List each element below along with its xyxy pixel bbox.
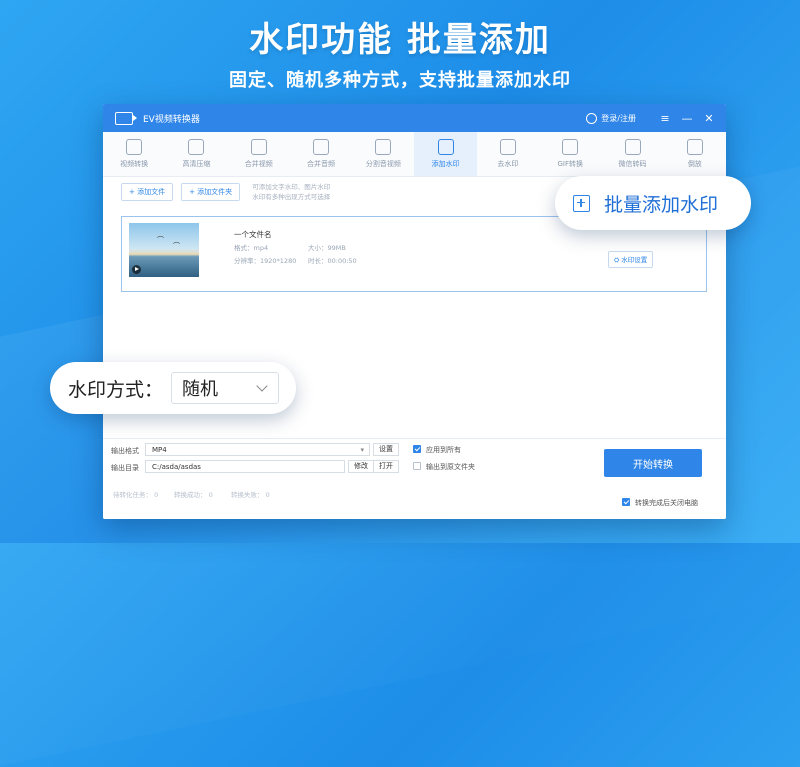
gif-icon (562, 139, 579, 155)
watermark-mode-callout: 水印方式： 随机 (50, 362, 296, 414)
tool-merge-audio[interactable]: 合并音频 (290, 132, 352, 176)
shutdown-checkbox[interactable] (622, 498, 630, 506)
title-bar: EV视频转换器 登录/注册 ≡ — ✕ (103, 104, 726, 132)
tool-wechat[interactable]: 微信转码 (601, 132, 663, 176)
format-info: 格式：mp4 (234, 242, 268, 252)
watermark-icon (437, 139, 454, 155)
hint-text: 可添加文字水印、图片水印 水印有多种出现方式可选择 (252, 182, 330, 202)
app-window: EV视频转换器 登录/注册 ≡ — ✕ 视频转换 高清压缩 合并视频 合并音频 … (103, 104, 726, 519)
wechat-icon (624, 139, 641, 155)
tool-remove-watermark[interactable]: 去水印 (477, 132, 539, 176)
chevron-down-icon: ▾ (360, 446, 364, 454)
tool-hd-compress[interactable]: 高清压缩 (165, 132, 227, 176)
tool-label: 倒放 (687, 160, 702, 168)
watermark-settings-button[interactable]: ⛭ 水印设置 (608, 251, 654, 268)
duration-value: 00:00:50 (327, 257, 357, 265)
format-label: 格式： (234, 244, 254, 252)
output-original-label: 输出到原文件夹 (426, 463, 475, 471)
size-label: 大小： (308, 244, 328, 252)
add-folder-button[interactable]: + 添加文件夹 (181, 183, 241, 201)
resolution-label: 分辨率： (234, 257, 260, 265)
add-box-icon (573, 194, 590, 212)
tool-label: 高清压缩 (182, 160, 211, 168)
size-info: 大小：99MB (308, 242, 346, 252)
bird-icon: ⌒ (157, 236, 164, 244)
modify-dir-button[interactable]: 修改 (348, 460, 374, 473)
tool-split[interactable]: 分割音视频 (352, 132, 414, 176)
batch-watermark-callout: 批量添加水印 (555, 176, 751, 230)
headline-subtitle: 固定、随机多种方式，支持批量添加水印 (229, 70, 571, 91)
feature-toolbar: 视频转换 高清压缩 合并视频 合并音频 分割音视频 添加水印 去水印 GIF转换… (103, 132, 726, 177)
open-dir-button[interactable]: 打开 (373, 460, 399, 473)
shutdown-label: 转换完成后关闭电脑 (635, 499, 698, 507)
tool-gif[interactable]: GIF转换 (539, 132, 601, 176)
tool-reverse[interactable]: 倒放 (664, 132, 726, 176)
tool-video-convert[interactable]: 视频转换 (103, 132, 165, 176)
tool-label: GIF转换 (557, 160, 583, 168)
stat-pending: 待转化任务： 0 (113, 491, 159, 499)
hint-line: 可添加文字水印、图片水印 (252, 183, 331, 191)
bird-icon: ⌒ (173, 242, 180, 250)
output-dir-label: 输出目录 (111, 464, 139, 472)
watermark-mode-select[interactable]: 随机 (171, 372, 280, 404)
merge-video-icon (250, 139, 267, 155)
split-icon (375, 139, 392, 155)
tool-merge-video[interactable]: 合并视频 (228, 132, 290, 176)
duration-info: 时长：00:00:50 (308, 255, 357, 265)
watermark-settings-label: 水印设置 (621, 256, 648, 264)
tool-label: 去水印 (497, 160, 519, 168)
tool-label: 合并视频 (244, 160, 273, 168)
reverse-icon (686, 139, 703, 155)
video-thumbnail: ⌒ ⌒ (129, 223, 199, 277)
format-value: mp4 (253, 244, 269, 252)
batch-watermark-label: 批量添加水印 (604, 193, 719, 216)
stat-success: 转换成功： 0 (174, 491, 213, 499)
output-dir-field[interactable]: C:/asda/asdas (145, 460, 345, 473)
format-settings-button[interactable]: 设置 (373, 443, 399, 456)
resolution-info: 分辨率：1920*1280 (234, 255, 296, 265)
tool-add-watermark[interactable]: 添加水印 (414, 132, 477, 176)
close-icon[interactable]: ✕ (702, 111, 716, 125)
stat-fail: 转换失败： 0 (231, 491, 270, 499)
merge-audio-icon (313, 139, 330, 155)
play-icon[interactable] (132, 265, 141, 274)
start-convert-button[interactable]: 开始转换 (604, 449, 702, 477)
tool-label: 微信转码 (618, 160, 647, 168)
file-name: 一个文件名 (234, 230, 272, 239)
duration-label: 时长： (308, 257, 328, 265)
menu-icon[interactable]: ≡ (658, 111, 672, 125)
watermark-mode-label: 水印方式： (68, 378, 164, 401)
output-original-checkbox[interactable] (413, 462, 421, 470)
app-logo-icon (115, 111, 137, 125)
headline-title: 水印功能 批量添加 (249, 20, 551, 60)
user-icon (586, 112, 598, 124)
add-file-button[interactable]: + 添加文件 (121, 183, 174, 201)
watermark-mode-value: 随机 (182, 379, 219, 400)
hint-line: 水印有多种出现方式可选择 (252, 193, 331, 201)
login-link[interactable]: 登录/注册 (586, 112, 636, 124)
compress-icon (188, 139, 205, 155)
output-format-value: MP4 (152, 446, 167, 454)
tool-label: 合并音频 (307, 160, 336, 168)
apply-all-label: 应用到所有 (426, 446, 461, 454)
apply-all-checkbox[interactable] (413, 445, 421, 453)
login-label: 登录/注册 (601, 113, 636, 123)
size-value: 99MB (327, 244, 346, 252)
resolution-value: 1920*1280 (260, 257, 297, 265)
bottom-panel: 输出格式 MP4 ▾ 设置 应用到所有 输出目录 C:/asda/asdas 修改… (103, 438, 726, 519)
tool-label: 分割音视频 (365, 160, 401, 168)
output-format-select[interactable]: MP4 ▾ (145, 443, 370, 456)
tool-label: 视频转换 (120, 160, 149, 168)
convert-icon (126, 139, 143, 155)
tool-label: 添加水印 (431, 160, 460, 168)
minimize-icon[interactable]: — (680, 111, 694, 125)
remove-watermark-icon (499, 139, 516, 155)
output-format-label: 输出格式 (111, 447, 139, 455)
app-title: EV视频转换器 (143, 114, 200, 125)
chevron-down-icon (256, 380, 268, 392)
